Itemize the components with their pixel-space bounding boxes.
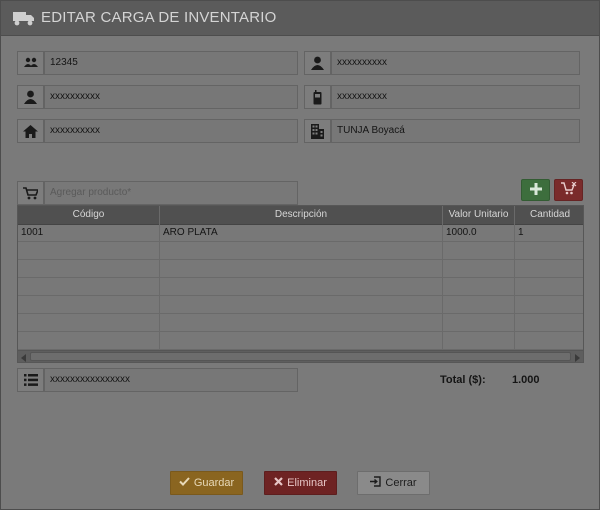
user-icon bbox=[17, 85, 44, 109]
column-header-code[interactable]: Código bbox=[18, 206, 160, 224]
add-product-placeholder: Agregar producto* bbox=[50, 187, 132, 198]
add-product-input[interactable]: Agregar producto* bbox=[44, 181, 298, 205]
building-icon bbox=[304, 119, 331, 143]
empty-table-row bbox=[18, 332, 583, 350]
client-id-value: 12345 bbox=[50, 57, 78, 68]
user-icon bbox=[304, 51, 331, 75]
total-value: 1.000 bbox=[512, 374, 540, 386]
cell-unit-price: 1000.0 bbox=[443, 224, 515, 242]
notes-value: xxxxxxxxxxxxxxxx bbox=[50, 374, 130, 385]
truck-icon bbox=[12, 9, 36, 27]
plus-icon bbox=[529, 182, 542, 198]
cell-quantity: 1 bbox=[518, 227, 524, 238]
table-row[interactable]: 1001 ARO PLATA 1000.0 1 bbox=[18, 224, 583, 242]
empty-table-row bbox=[18, 314, 583, 332]
close-button[interactable]: Cerrar bbox=[357, 471, 430, 495]
home-icon bbox=[17, 119, 44, 143]
remove-product-button[interactable] bbox=[554, 179, 583, 201]
users-icon bbox=[17, 51, 44, 75]
save-button[interactable]: Guardar bbox=[170, 471, 243, 495]
empty-table-row bbox=[18, 278, 583, 296]
empty-table-row bbox=[18, 296, 583, 314]
column-header-description[interactable]: Descripción bbox=[160, 206, 443, 224]
client-name-value: xxxxxxxxxx bbox=[337, 57, 387, 68]
scroll-left-icon[interactable] bbox=[19, 352, 29, 362]
check-icon bbox=[179, 477, 190, 489]
dialog-title: EDITAR CARGA DE INVENTARIO bbox=[41, 9, 277, 26]
add-product-button[interactable] bbox=[521, 179, 550, 201]
save-label: Guardar bbox=[193, 477, 235, 489]
sign-out-icon bbox=[370, 476, 382, 490]
city-field[interactable]: TUNJA Boyacá bbox=[331, 119, 580, 143]
phone-value: xxxxxxxxxx bbox=[337, 91, 387, 102]
empty-table-row bbox=[18, 242, 583, 260]
list-icon bbox=[17, 368, 44, 392]
column-header-quantity[interactable]: Cantidad bbox=[515, 206, 583, 224]
cell-code: 1001 bbox=[18, 224, 160, 242]
address-value: xxxxxxxxxx bbox=[50, 125, 100, 136]
edit-inventory-dialog: EDITAR CARGA DE INVENTARIO 12345 xxxxxxx… bbox=[0, 0, 600, 510]
scroll-right-icon[interactable] bbox=[572, 352, 582, 362]
close-icon bbox=[274, 477, 283, 489]
notes-field[interactable]: xxxxxxxxxxxxxxxx bbox=[44, 368, 298, 392]
table-header: Código Descripción Valor Unitario Cantid… bbox=[18, 206, 583, 225]
scrollbar-thumb[interactable] bbox=[30, 352, 571, 361]
contact-field[interactable]: xxxxxxxxxx bbox=[44, 85, 298, 109]
cart-remove-icon bbox=[560, 181, 577, 198]
address-field[interactable]: xxxxxxxxxx bbox=[44, 119, 298, 143]
total-label: Total ($): bbox=[440, 374, 486, 386]
empty-table-row bbox=[18, 260, 583, 278]
client-id-field[interactable]: 12345 bbox=[44, 51, 298, 75]
contact-value: xxxxxxxxxx bbox=[50, 91, 100, 102]
client-name-field[interactable]: xxxxxxxxxx bbox=[331, 51, 580, 75]
horizontal-scrollbar[interactable] bbox=[18, 350, 583, 362]
title-bar: EDITAR CARGA DE INVENTARIO bbox=[1, 1, 599, 36]
column-header-unit-price[interactable]: Valor Unitario bbox=[443, 206, 515, 224]
close-label: Cerrar bbox=[385, 477, 417, 489]
city-value: TUNJA Boyacá bbox=[337, 125, 405, 136]
cell-description: ARO PLATA bbox=[160, 224, 443, 242]
mobile-phone-icon bbox=[304, 85, 331, 109]
delete-label: Eliminar bbox=[287, 477, 327, 489]
products-table: Código Descripción Valor Unitario Cantid… bbox=[17, 205, 584, 363]
shopping-cart-icon bbox=[17, 181, 44, 205]
delete-button[interactable]: Eliminar bbox=[264, 471, 337, 495]
phone-field[interactable]: xxxxxxxxxx bbox=[331, 85, 580, 109]
